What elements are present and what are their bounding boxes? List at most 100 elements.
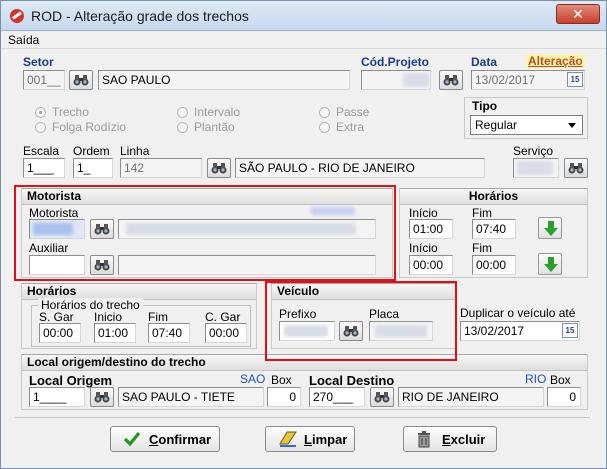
- window-title: ROD - Alteração grade dos trechos: [31, 8, 249, 24]
- excluir-key: E: [442, 432, 451, 447]
- eraser-icon: [279, 431, 297, 447]
- escala-field[interactable]: 1___: [23, 158, 65, 178]
- confirmar-label: Confirmar: [149, 432, 211, 447]
- cgar-field[interactable]: 00:00: [205, 323, 247, 343]
- horarios-right-title: Horários: [400, 189, 587, 205]
- linha-label: Linha: [120, 144, 150, 158]
- close-icon: ✕: [572, 6, 584, 22]
- tipo-label: Tipo: [472, 99, 498, 113]
- radio-plantao-label: Plantão: [194, 120, 235, 134]
- cgar-label: C. Gar: [205, 310, 241, 324]
- inicio-field-2[interactable]: 00:00: [409, 255, 453, 275]
- setor-code-field[interactable]: 001__: [23, 70, 65, 90]
- radio-extra-label: Extra: [336, 120, 365, 134]
- origem-code-field[interactable]: 1____: [29, 387, 85, 407]
- highlight-veiculo: [265, 281, 457, 361]
- destino-box-field[interactable]: 0: [547, 387, 581, 407]
- app-logo-icon: [10, 9, 24, 23]
- title-bar: ROD - Alteração grade dos trechos ✕: [1, 1, 606, 31]
- limpar-text: impar: [311, 432, 348, 447]
- divider: [15, 417, 590, 418]
- calendar-icon[interactable]: 15: [567, 72, 583, 87]
- fim-label-2: Fim: [472, 241, 492, 255]
- linha-code-field[interactable]: 142: [120, 158, 202, 178]
- inicio-trecho-field[interactable]: 01:00: [94, 323, 136, 343]
- ordem-label: Ordem: [73, 144, 110, 158]
- servico-label: Serviço: [513, 144, 554, 158]
- inicio-label-2: Início: [409, 241, 438, 255]
- inicio-field-1[interactable]: 01:00: [409, 219, 453, 239]
- inicio-label-1: Início: [409, 206, 438, 220]
- fim-label-1: Fim: [472, 206, 492, 220]
- origem-box-label: Box: [271, 373, 292, 387]
- setor-name-field: SAO PAULO: [98, 70, 350, 90]
- origem-code-tag: SAO: [240, 372, 266, 386]
- radio-passe-label: Passe: [336, 105, 370, 119]
- servico-search-button[interactable]: [564, 158, 588, 178]
- limpar-label: Limpar: [304, 432, 347, 447]
- chevron-down-icon: [565, 117, 580, 133]
- copy-down-button-2[interactable]: [538, 253, 562, 275]
- arrow-down-icon: [544, 257, 558, 272]
- confirmar-button[interactable]: Confirmar: [110, 426, 220, 452]
- destino-code-tag: RIO: [525, 372, 547, 386]
- radio-intervalo-label: Intervalo: [194, 105, 241, 119]
- origem-search-button[interactable]: [90, 387, 114, 407]
- linha-search-button[interactable]: [207, 158, 231, 178]
- inicio-trecho-label: Inicio: [94, 310, 123, 324]
- tipo-value: Regular: [475, 118, 518, 132]
- data-label: Data: [471, 55, 498, 69]
- binoculars-icon: [73, 75, 89, 86]
- trash-icon: [418, 431, 430, 448]
- projeto-search-button[interactable]: [439, 70, 463, 90]
- radio-trecho[interactable]: [35, 107, 46, 118]
- ordem-field[interactable]: 1_: [73, 158, 113, 178]
- redacted-block: [517, 161, 553, 175]
- origem-name-field: SAO PAULO - TIETE: [118, 387, 264, 407]
- fim-trecho-label: Fim: [148, 310, 168, 324]
- binoculars-icon: [94, 392, 110, 403]
- fim-trecho-field[interactable]: 07:40: [148, 323, 190, 343]
- tipo-select[interactable]: Regular: [470, 115, 583, 135]
- destino-code-field[interactable]: 270___: [309, 387, 365, 407]
- radio-trecho-label: Trecho: [52, 105, 89, 119]
- calendar-icon[interactable]: 15: [562, 323, 578, 338]
- binoculars-icon: [211, 163, 227, 174]
- copy-down-button-1[interactable]: [538, 217, 562, 239]
- sgar-field[interactable]: 00:00: [39, 323, 81, 343]
- destino-search-button[interactable]: [370, 387, 394, 407]
- setor-search-button[interactable]: [69, 70, 93, 90]
- binoculars-icon: [443, 75, 459, 86]
- arrow-down-icon: [544, 221, 558, 236]
- setor-label: Setor: [23, 55, 54, 69]
- radio-extra[interactable]: [319, 122, 330, 133]
- check-icon: [123, 431, 141, 447]
- limpar-button[interactable]: Limpar: [265, 426, 355, 452]
- redacted-block: [403, 73, 429, 87]
- menu-item-saida[interactable]: Saída: [8, 33, 39, 47]
- mode-badge: Alteração: [526, 54, 585, 68]
- fim-field-1[interactable]: 07:40: [472, 219, 516, 239]
- radio-folga-label: Folga Rodízio: [52, 120, 127, 134]
- radio-folga[interactable]: [35, 122, 46, 133]
- main-window: ROD - Alteração grade dos trechos ✕ Saíd…: [0, 0, 607, 469]
- radio-passe[interactable]: [319, 107, 330, 118]
- destino-name-field: RIO DE JANEIRO: [398, 387, 544, 407]
- fim-field-2[interactable]: 00:00: [472, 255, 516, 275]
- radio-plantao[interactable]: [177, 122, 188, 133]
- radio-intervalo[interactable]: [177, 107, 188, 118]
- origem-box-field[interactable]: 0: [267, 387, 301, 407]
- excluir-label: Excluir: [442, 432, 485, 447]
- highlight-motorista: [14, 185, 396, 281]
- escala-label: Escala: [23, 144, 60, 158]
- origem-label: Local Origem: [29, 373, 113, 388]
- excluir-text: xcluir: [450, 432, 486, 447]
- binoculars-icon: [568, 163, 584, 174]
- binoculars-icon: [374, 392, 390, 403]
- excluir-button[interactable]: Excluir: [403, 426, 497, 452]
- linha-name-field: SÃO PAULO - RIO DE JANEIRO: [235, 158, 485, 178]
- limpar-key: L: [304, 432, 312, 447]
- destino-label: Local Destino: [309, 373, 395, 388]
- confirmar-text: onfirmar: [158, 432, 212, 447]
- close-button[interactable]: ✕: [556, 4, 600, 24]
